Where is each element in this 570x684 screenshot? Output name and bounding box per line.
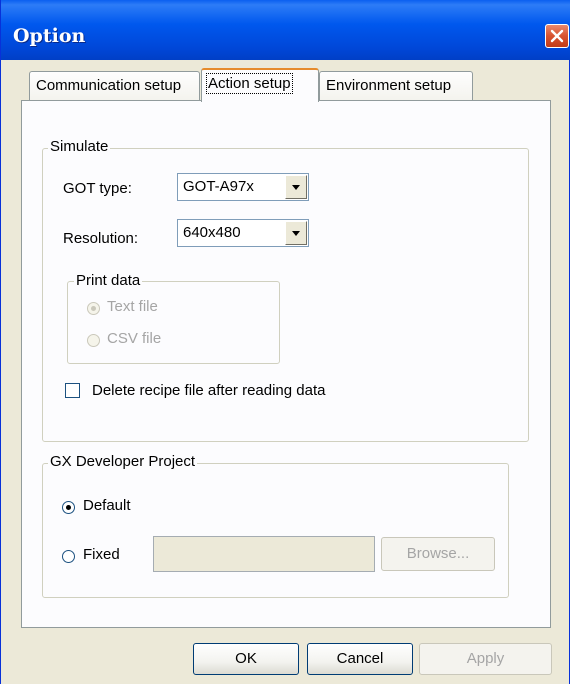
delete-recipe-label: Delete recipe file after reading data (92, 382, 326, 399)
window-title: Option (13, 25, 86, 47)
tab-panel-action-setup: Simulate GOT type: GOT-A97x Resolution: … (21, 100, 551, 628)
title-bar[interactable]: Option (1, 0, 570, 60)
close-icon (550, 29, 564, 43)
tab-action-setup[interactable]: Action setup (201, 68, 319, 102)
delete-recipe-checkbox[interactable] (65, 383, 80, 398)
project-path-field[interactable] (153, 536, 375, 572)
csv-file-label: CSV file (107, 330, 162, 347)
text-file-label: Text file (107, 298, 158, 315)
resolution-label: Resolution: (63, 230, 139, 247)
print-data-group-label: Print data (74, 272, 143, 289)
chevron-down-icon[interactable] (285, 221, 307, 245)
tab-communication-setup[interactable]: Communication setup (29, 71, 200, 100)
default-radio[interactable] (62, 501, 75, 514)
close-button[interactable] (545, 24, 569, 48)
cancel-button[interactable]: Cancel (307, 643, 413, 675)
tab-environment-setup[interactable]: Environment setup (319, 71, 473, 100)
apply-button[interactable]: Apply (419, 643, 552, 675)
ok-button[interactable]: OK (193, 643, 299, 675)
gx-developer-project-group-label: GX Developer Project (48, 453, 198, 470)
simulate-group-label: Simulate (48, 138, 111, 155)
fixed-radio[interactable] (62, 550, 75, 563)
got-type-label: GOT type: (63, 180, 132, 197)
option-dialog: Option Communication setup Action setup … (0, 0, 570, 684)
text-file-radio[interactable] (87, 302, 100, 315)
gx-developer-project-group (42, 463, 509, 598)
browse-button[interactable]: Browse... (381, 537, 495, 571)
print-data-group (67, 281, 280, 364)
chevron-down-icon[interactable] (285, 175, 307, 199)
default-label: Default (83, 497, 131, 514)
fixed-label: Fixed (83, 546, 120, 563)
resolution-select[interactable]: 640x480 (177, 219, 309, 247)
csv-file-radio[interactable] (87, 334, 100, 347)
got-type-select[interactable]: GOT-A97x (177, 173, 309, 201)
